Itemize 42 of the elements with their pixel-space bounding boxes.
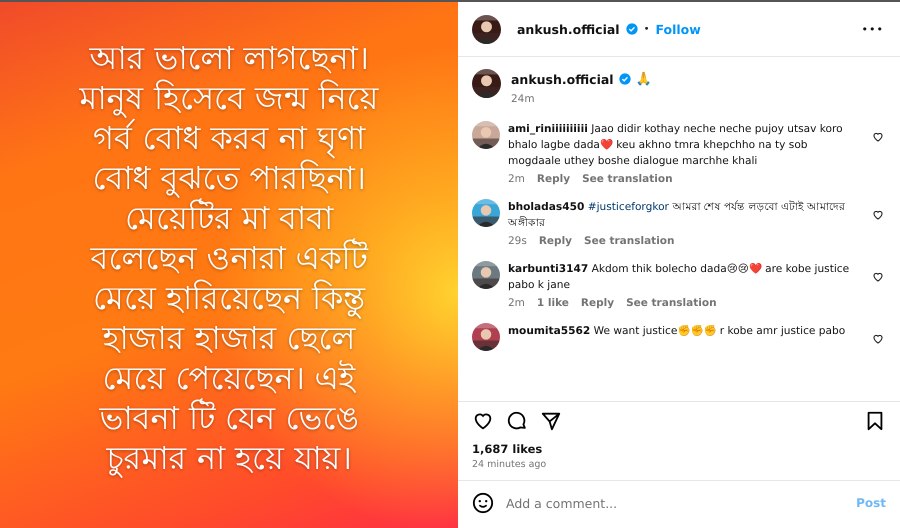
username[interactable]: ankush.official: [517, 22, 620, 36]
post-text-line: ভাবনা টি যেন ভেঙে: [100, 398, 358, 438]
comment-text: ami_riniiiiiiiiii Jaao didir kothay neche neche pujoy utsav koro bhalo lagbe dada❤ keu akhno tmra khepchho na ty sob mogdaale uthey boshe dialogue marchhe khali: [508, 122, 844, 169]
post-text-line: আর ভালো লাগছেনা।: [89, 38, 369, 78]
reply-link[interactable]: Reply: [580, 297, 614, 309]
comment-icon[interactable]: [506, 410, 528, 432]
caption-text: 🙏: [636, 71, 652, 87]
post-time: 24 minutes ago: [472, 459, 548, 470]
comment-text: moumita5562 We want justice✊✊✊ r kobe amr justice pabo: [508, 324, 846, 339]
separator-dot: •: [644, 24, 650, 34]
post-text-line: বোধ বুঝতে পারছিনা।: [92, 158, 366, 198]
post-text-line: হাজার হাজার ছেলে: [102, 319, 356, 358]
comment-time: 24m: [511, 93, 536, 105]
comment-time: 2m: [508, 297, 525, 309]
post-text-line: মেয়েটির মা বাবা: [124, 198, 334, 238]
post-text-line: গর্ব বোধ করব না ঘৃণা: [93, 118, 365, 158]
post-text-line: মেয়ে হারিয়েছেন কিন্তু: [92, 278, 366, 318]
heart-icon[interactable]: [872, 333, 884, 345]
heart-icon[interactable]: [872, 271, 884, 283]
see-translation-link[interactable]: See translation: [626, 297, 717, 309]
reply-link[interactable]: Reply: [538, 235, 572, 247]
more-options-button[interactable]: •••: [862, 22, 884, 36]
heart-icon[interactable]: [872, 131, 884, 143]
like-count[interactable]: 1,687 likes: [472, 442, 886, 456]
see-translation-link[interactable]: See translation: [584, 235, 674, 247]
comment-time: 2m: [508, 173, 525, 185]
username[interactable]: ankush.official: [511, 72, 614, 86]
hashtag-link[interactable]: #justiceforgkor: [588, 201, 669, 213]
heart-icon[interactable]: [872, 209, 884, 221]
comment-time: 29s: [508, 235, 527, 247]
follow-button[interactable]: Follow: [655, 22, 701, 36]
send-icon[interactable]: [540, 410, 562, 432]
post-text-line: বলেছেন ওনারা একটি: [90, 238, 368, 278]
post-text-line: চুরমার না হয়ে যায়।: [106, 438, 352, 478]
like-count[interactable]: 1 like: [536, 297, 569, 309]
comment-text: karbunti3147 Akdom thik bolecho dada😢😢❤ are kobe justice pabo k jane: [508, 262, 850, 293]
reply-link[interactable]: Reply: [536, 173, 570, 185]
comment-text: bholadas450 #justiceforgkor আমরা শেষ পর্যন্ত লড়বো এটাই আমাদের অঙ্গীকার: [508, 199, 846, 231]
see-translation-link[interactable]: See translation: [582, 173, 673, 185]
post-text-line: মেয়ে পেয়েছেন। এই: [102, 358, 356, 398]
post-text-line: মানুষ হিসেবে জন্ম নিয়ে: [80, 78, 378, 118]
emoji-icon[interactable]: [472, 492, 494, 514]
